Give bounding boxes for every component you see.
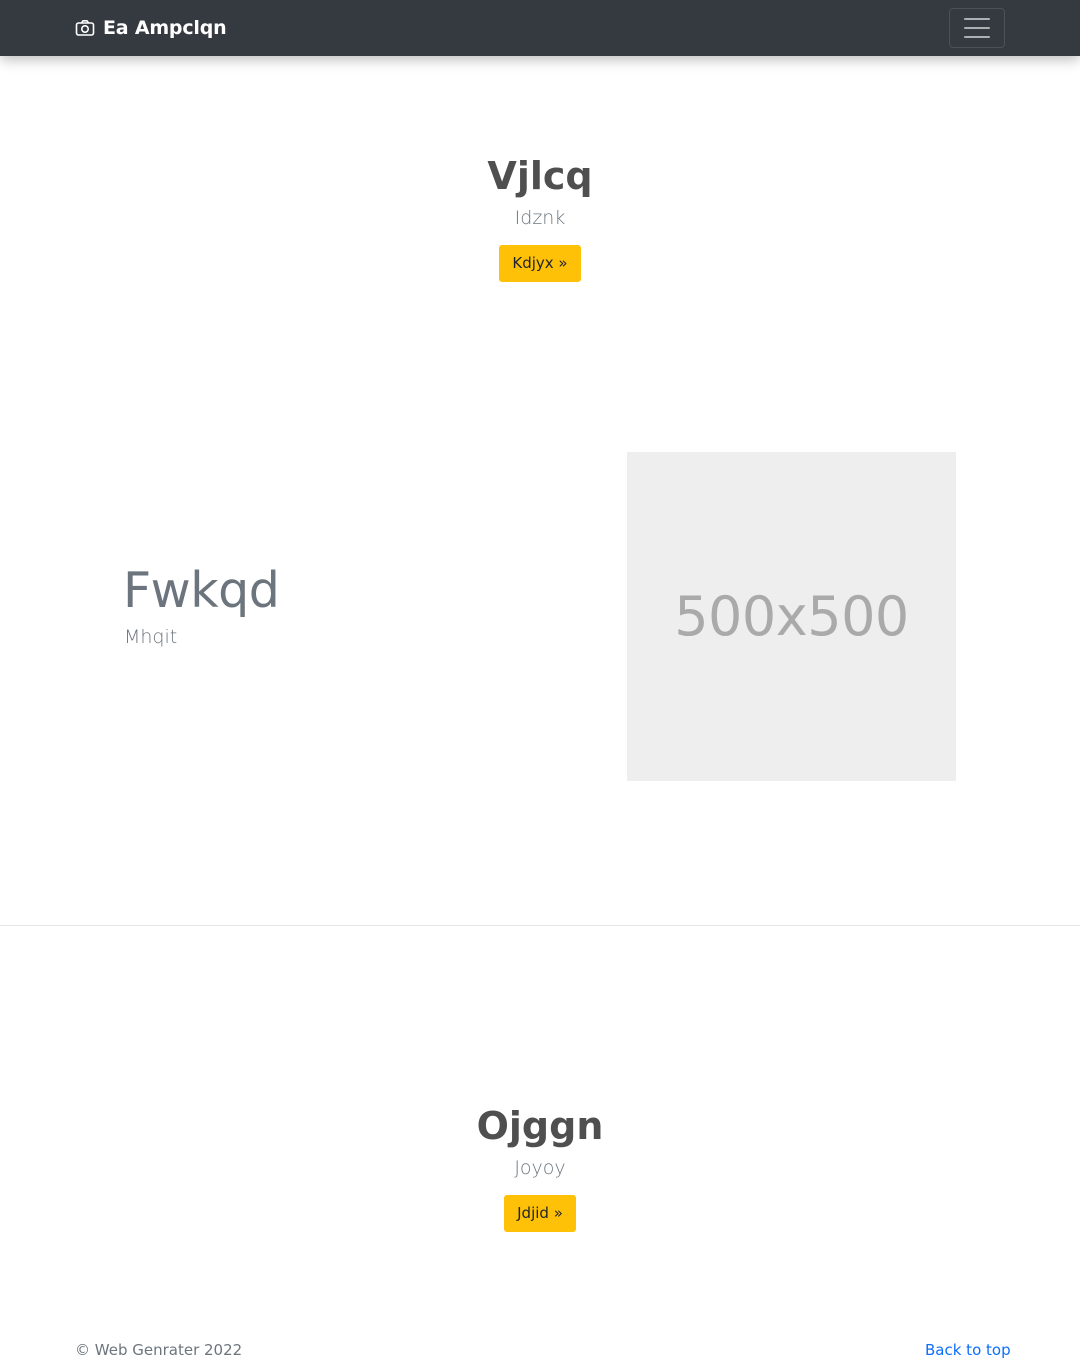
camera-icon <box>75 20 95 36</box>
hero-heading: Ojggn <box>476 1104 604 1148</box>
brand-link[interactable]: Ea Ampclqn <box>75 0 227 56</box>
footer-copyright: © Web Genrater 2022 <box>75 1341 243 1359</box>
feature-heading: Fwkqd <box>123 562 280 619</box>
hero-cta-button[interactable]: Jdjid » <box>504 1195 576 1233</box>
hero-section-top: Vjlcq Idznk Kdjyx » <box>0 154 1080 283</box>
hamburger-menu-icon-line <box>964 36 990 38</box>
navbar-toggler-button[interactable] <box>949 8 1005 48</box>
feature-subheading: Mhqit <box>124 626 178 648</box>
section-divider <box>0 925 1080 926</box>
hero-cta-button[interactable]: Kdjyx » <box>499 245 581 283</box>
placeholder-size-label: 500x500 <box>674 585 909 648</box>
back-to-top-link[interactable]: Back to top <box>925 1340 1011 1360</box>
hero-lead: Joyoy <box>514 1156 566 1179</box>
hero-section-bottom: Ojggn Joyoy Jdjid » <box>0 1104 1080 1233</box>
brand-name: Ea Ampclqn <box>103 17 227 39</box>
hamburger-menu-icon-line <box>964 27 990 29</box>
navbar: Ea Ampclqn <box>0 0 1080 56</box>
hero-heading: Vjlcq <box>487 154 593 198</box>
hero-lead: Idznk <box>514 206 566 229</box>
feature-image-placeholder: 500x500 <box>627 452 956 781</box>
hamburger-menu-icon <box>964 18 990 20</box>
